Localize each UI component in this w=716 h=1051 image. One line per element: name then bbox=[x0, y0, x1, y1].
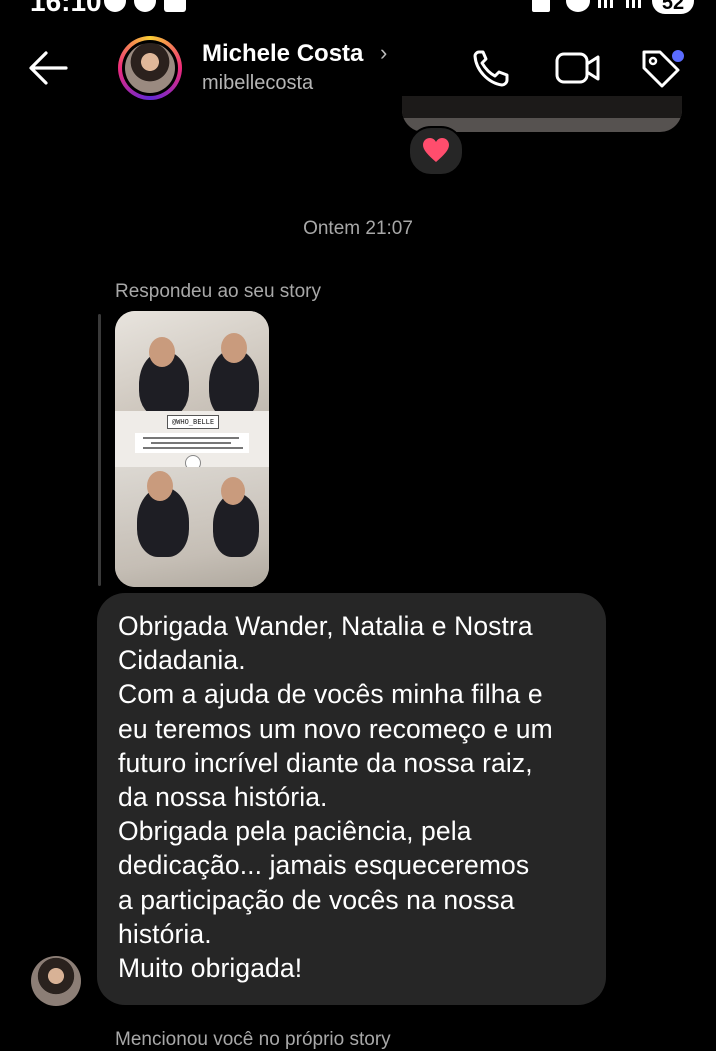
facebook-icon bbox=[104, 0, 126, 12]
message-line: Com a ajuda de vocês minha filha e bbox=[118, 679, 543, 710]
message-line: futuro incrível diante da nossa raiz, bbox=[118, 747, 533, 778]
message-line: dedicação... jamais esqueceremos bbox=[118, 850, 530, 881]
reaction-chip[interactable] bbox=[408, 126, 464, 176]
contact-name[interactable]: Michele Costa bbox=[202, 40, 363, 68]
message-bubble[interactable]: Obrigada Wander, Natalia e Nostra Cidada… bbox=[97, 593, 606, 1005]
message-line: Obrigada pela paciência, pela bbox=[118, 816, 472, 847]
story-thumbnail[interactable]: @WHO_BELLE bbox=[115, 311, 269, 587]
story-tag-label: @WHO_BELLE bbox=[167, 415, 219, 429]
mention-label: Mencionou você no próprio story bbox=[115, 1029, 391, 1050]
sender-avatar[interactable] bbox=[31, 956, 81, 1006]
gmail-icon bbox=[164, 0, 186, 12]
contact-avatar[interactable] bbox=[118, 36, 182, 100]
message-line: Muito obrigada! bbox=[118, 953, 303, 984]
mute-icon bbox=[532, 0, 550, 12]
heart-icon bbox=[423, 138, 449, 162]
back-button[interactable] bbox=[26, 48, 70, 88]
phone-icon bbox=[473, 50, 509, 87]
chevron-right-icon[interactable]: › bbox=[380, 40, 387, 66]
video-camera-icon bbox=[555, 52, 600, 84]
story-reply-label: Respondeu ao seu story bbox=[115, 281, 321, 302]
arrow-left-icon bbox=[29, 51, 68, 85]
message-line: história. bbox=[118, 918, 212, 949]
message-timestamp: Ontem 21:07 bbox=[303, 218, 413, 239]
message-line: da nossa história. bbox=[118, 782, 328, 813]
signal-icon-2 bbox=[626, 0, 629, 8]
call-button[interactable] bbox=[470, 44, 514, 92]
wifi-icon bbox=[566, 0, 590, 12]
message-line: Cidadania. bbox=[118, 645, 246, 676]
status-bar: 16:10 52 bbox=[0, 0, 716, 18]
reply-indicator-bar bbox=[98, 314, 101, 586]
signal-icon bbox=[598, 0, 601, 8]
battery-indicator: 52 bbox=[652, 0, 694, 14]
message-line: a participação de vocês na nossa bbox=[118, 884, 515, 915]
video-call-button[interactable] bbox=[554, 44, 602, 92]
contact-username[interactable]: mibellecosta bbox=[202, 72, 313, 95]
status-time: 16:10 bbox=[30, 0, 102, 17]
messenger-icon bbox=[134, 0, 156, 12]
message-line: Obrigada Wander, Natalia e Nostra bbox=[118, 611, 533, 641]
message-line: eu teremos um novo recomeço e um bbox=[118, 713, 553, 744]
notification-dot bbox=[670, 48, 686, 64]
